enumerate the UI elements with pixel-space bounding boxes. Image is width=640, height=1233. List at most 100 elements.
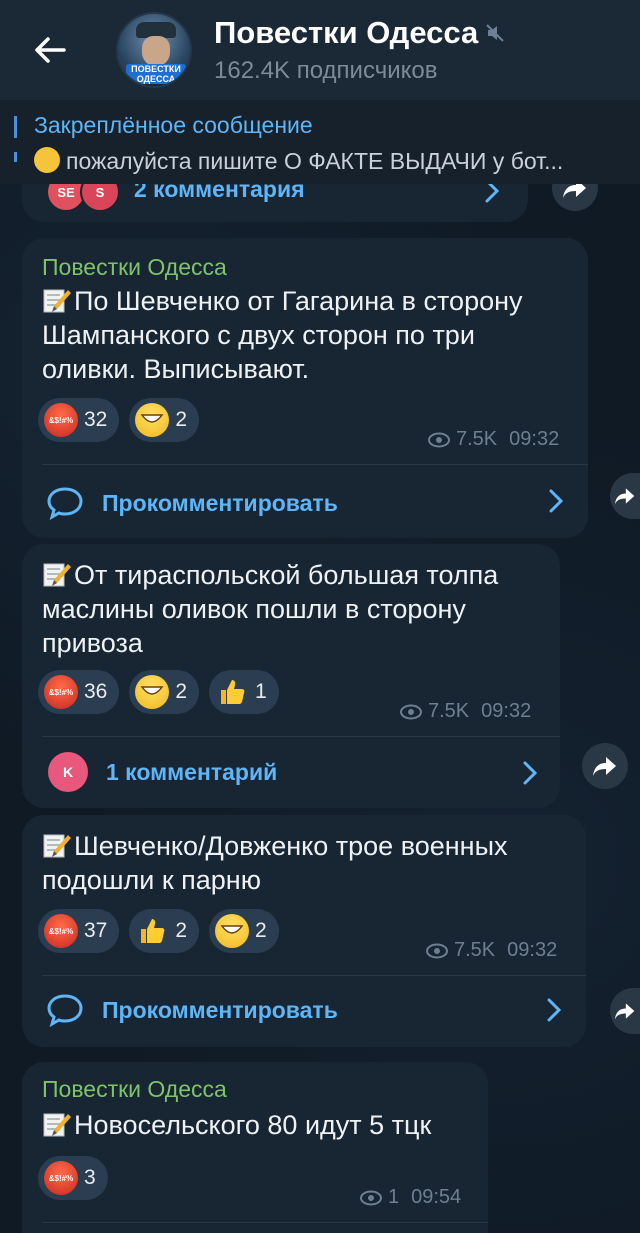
reaction-grin[interactable]: 2: [209, 909, 279, 953]
comment-label: Прокомментировать: [102, 489, 338, 516]
grinning-face-icon: [135, 403, 170, 437]
message-text: По Шевченко от Гагарина в сторону Шампан…: [42, 284, 572, 386]
pinned-message[interactable]: Закреплённое сообщение пожалуйста пишите…: [0, 100, 640, 184]
reaction-thumbs-up[interactable]: 2: [129, 909, 200, 953]
message-meta: 7.5K 09:32: [426, 939, 557, 962]
channel-title: Повестки Одесса: [214, 15, 479, 50]
pinned-text: пожалуйста пишите О ФАКТЕ ВЫДАЧИ у бот..…: [66, 148, 564, 174]
channel-info[interactable]: Повестки Одесса 162.4K подписчиков: [214, 15, 504, 85]
memo-icon: [43, 1113, 71, 1137]
message-time: 09:32: [509, 428, 560, 450]
message-text: Шевченко/Довженко трое военных подошли к…: [42, 829, 572, 897]
avatar-sign-line-2: ОДЕССА: [136, 74, 176, 84]
subscriber-count: 162.4K подписчиков: [214, 57, 438, 84]
message-time: 09:54: [411, 1186, 462, 1208]
comment-bubble-icon: [47, 994, 83, 1027]
message-text: От тираспольской большая толпа маслины о…: [42, 558, 552, 660]
message-time: 09:32: [481, 700, 532, 722]
reaction-count: 2: [175, 680, 188, 703]
reaction-count: 3: [84, 1166, 96, 1189]
message-meta: 7.5K 09:32: [428, 428, 559, 451]
comment-label: 1 комментарий: [106, 758, 278, 785]
avatar-sign: ПОВЕСТКИ ОДЕССА: [126, 64, 186, 84]
view-count: 1: [388, 1186, 400, 1208]
chevron-right-icon: [549, 489, 564, 513]
share-arrow-icon: [614, 488, 635, 505]
cursing-face-icon: &$!#%: [44, 914, 78, 948]
comment-bubble-icon: [47, 487, 83, 520]
reaction-count: 2: [175, 408, 188, 431]
reaction-count: 1: [255, 680, 267, 703]
cursing-face-icon: &$!#%: [44, 403, 78, 437]
view-count: 7.5K: [428, 700, 470, 722]
message-time: 09:32: [507, 939, 558, 961]
message-body: От тираспольской большая толпа маслины о…: [42, 560, 499, 658]
eye-icon: [360, 1190, 382, 1205]
reaction-count: 2: [255, 919, 267, 942]
reaction-angry[interactable]: &$!#% 3: [38, 1156, 108, 1200]
message-meta: 1 09:54: [360, 1186, 461, 1209]
message-bubble: Повестки Одесса Новосельского 80 идут 5 …: [22, 1062, 488, 1233]
reaction-angry[interactable]: &$!#% 36: [38, 670, 120, 714]
back-button[interactable]: [20, 20, 80, 80]
divider: [42, 975, 586, 976]
chevron-right-icon: [547, 998, 562, 1022]
comment-button[interactable]: Прокомментировать: [46, 993, 338, 1027]
message-bubble: От тираспольской большая толпа маслины о…: [22, 544, 560, 808]
message-author[interactable]: Повестки Одесса: [42, 1076, 227, 1103]
comment-label: Прокомментировать: [102, 996, 338, 1023]
pinned-title: Закреплённое сообщение: [34, 112, 313, 138]
share-arrow-icon: [593, 757, 616, 776]
chevron-right-icon: [523, 761, 538, 785]
divider: [42, 736, 560, 737]
grinning-face-icon: [215, 914, 250, 948]
view-count: 7.5K: [454, 939, 496, 961]
commenter-avatar: K: [48, 752, 88, 792]
message-meta: 7.5K 09:32: [400, 700, 531, 723]
message-bubble: Шевченко/Довженко трое военных подошли к…: [22, 815, 586, 1047]
avatar-sign-line-1: ПОВЕСТКИ: [131, 64, 181, 74]
message-body: По Шевченко от Гагарина в сторону Шампан…: [42, 286, 523, 384]
eye-icon: [426, 943, 448, 958]
share-arrow-icon: [614, 1003, 635, 1020]
reactions-bar: &$!#% 37 2 2: [38, 909, 279, 953]
reaction-count: 37: [84, 919, 108, 942]
reactions-bar: &$!#% 32 2: [38, 398, 200, 442]
share-button[interactable]: [582, 743, 628, 789]
thumbs-up-icon: [135, 914, 169, 948]
message-author[interactable]: Повестки Одесса: [42, 254, 227, 281]
memo-icon: [43, 289, 71, 313]
message-bubble: Повестки Одесса По Шевченко от Гагарина …: [22, 238, 588, 538]
pinned-indicator: [14, 116, 17, 168]
slight-smile-icon: [34, 147, 60, 173]
memo-icon: [43, 563, 71, 587]
reaction-count: 2: [175, 919, 188, 942]
reactions-bar: &$!#% 36 2 1: [38, 670, 279, 714]
arrow-left-icon: [35, 37, 66, 63]
comment-button[interactable]: Прокомментировать: [46, 486, 338, 520]
reaction-count: 36: [84, 680, 108, 703]
grinning-face-icon: [135, 675, 170, 709]
channel-avatar[interactable]: ПОВЕСТКИ ОДЕССА: [116, 12, 192, 88]
divider: [42, 1222, 488, 1223]
cursing-face-icon: &$!#%: [44, 1161, 78, 1195]
thumbs-up-icon: [215, 675, 249, 709]
reaction-thumbs-up[interactable]: 1: [209, 670, 279, 714]
reactions-bar: &$!#% 3: [38, 1156, 108, 1200]
chat-header: ПОВЕСТКИ ОДЕССА Повестки Одесса 162.4K п…: [0, 0, 640, 100]
muted-icon: [486, 24, 504, 42]
eye-icon: [400, 704, 422, 719]
memo-icon: [43, 834, 71, 858]
reaction-grin[interactable]: 2: [129, 670, 200, 714]
reaction-grin[interactable]: 2: [129, 398, 200, 442]
message-body: Новосельского 80 идут 5 тцк: [74, 1110, 432, 1140]
eye-icon: [428, 432, 450, 447]
divider: [42, 464, 588, 465]
view-count: 7.5K: [456, 428, 498, 450]
message-text: Новосельского 80 идут 5 тцк: [42, 1108, 482, 1142]
reaction-angry[interactable]: &$!#% 32: [38, 398, 120, 442]
reaction-count: 32: [84, 408, 108, 431]
reaction-angry[interactable]: &$!#% 37: [38, 909, 120, 953]
cursing-face-icon: &$!#%: [44, 675, 78, 709]
comment-button[interactable]: K 1 комментарий: [48, 752, 277, 792]
